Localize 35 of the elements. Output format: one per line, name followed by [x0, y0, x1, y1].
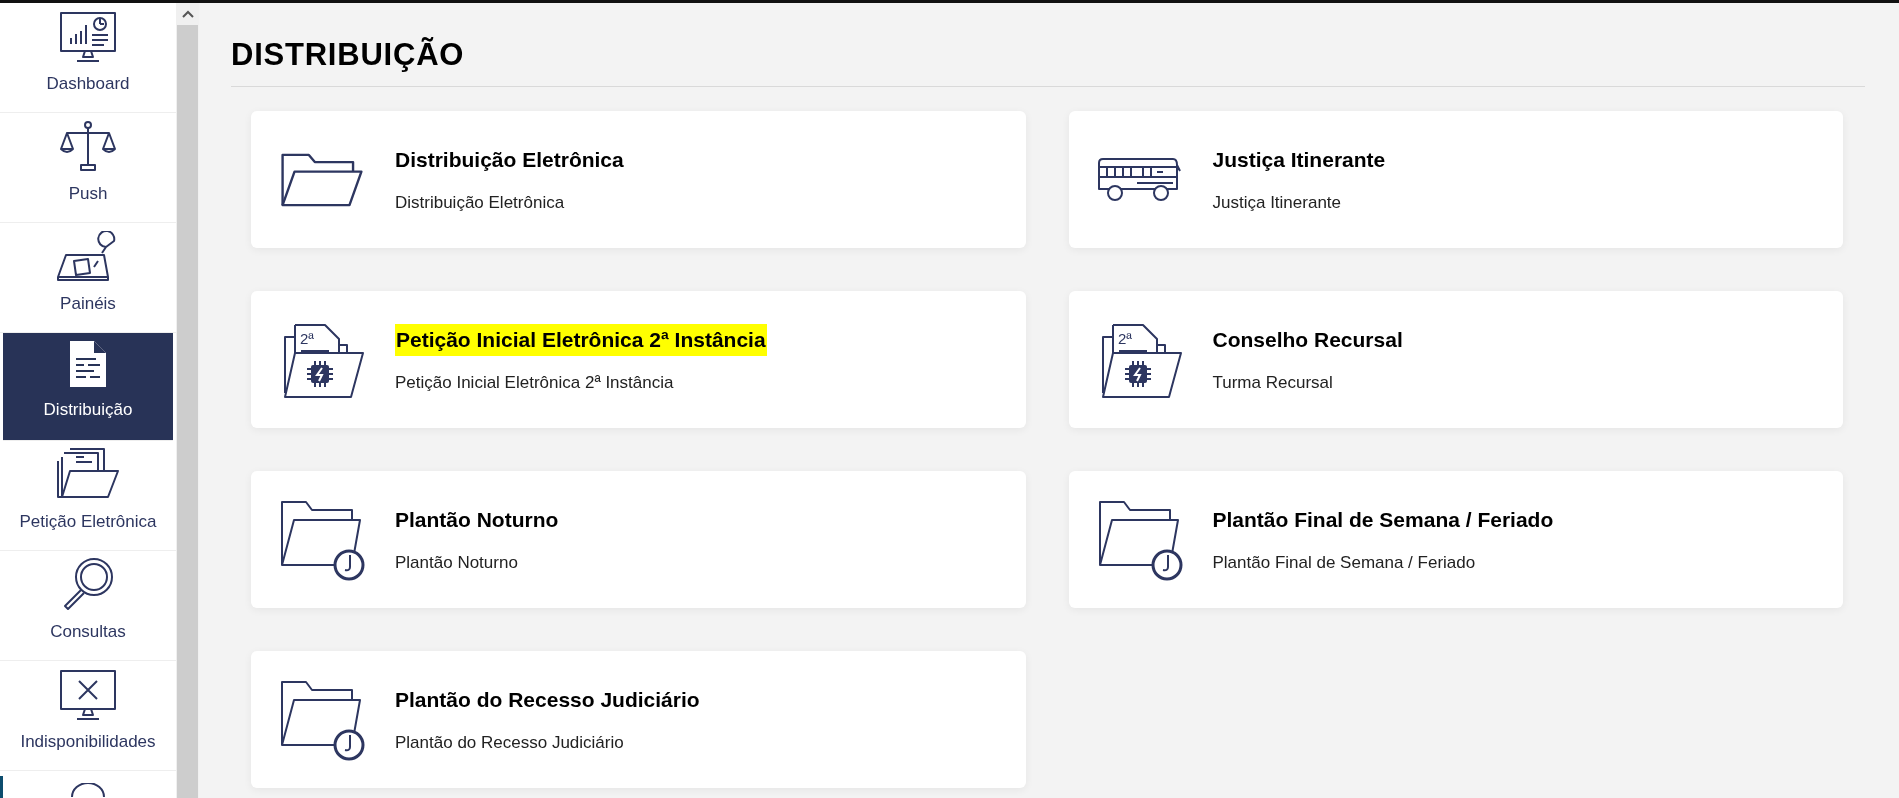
- menu-card[interactable]: Justiça Itinerante Justiça Itinerante: [1068, 111, 1843, 248]
- card-subtitle: Justiça Itinerante: [1212, 191, 1341, 214]
- menu-card[interactable]: Plantão Noturno Plantão Noturno: [251, 471, 1026, 608]
- card-title: Distribuição Eletrônica: [395, 147, 624, 173]
- bus-icon: [1096, 156, 1181, 203]
- menu-card[interactable]: 2ª Conselho Recursal Turma Recursal: [1068, 291, 1843, 428]
- card-title: Plantão Final de Semana / Feriado: [1212, 507, 1554, 533]
- folder-clock-icon: [279, 498, 365, 581]
- document-icon: [68, 338, 108, 389]
- monitor-x-icon: [59, 668, 117, 721]
- menu-card[interactable]: Plantão Final de Semana / Feriado Plantão Final de Semana / Feriado: [1068, 471, 1843, 608]
- card-subtitle: Plantão Final de Semana / Feriado: [1212, 551, 1476, 574]
- card-title: Justiça Itinerante: [1212, 147, 1386, 173]
- folder-clock-icon: [279, 678, 365, 761]
- card-subtitle: Plantão Noturno: [395, 551, 518, 574]
- sidebar-item[interactable]: Distribuição: [3, 333, 173, 441]
- folder-files-icon: [56, 446, 120, 501]
- dashboard-icon: [59, 10, 117, 63]
- scales-icon: [59, 120, 117, 173]
- card-subtitle: Turma Recursal: [1212, 371, 1333, 394]
- folder-clock-icon: [1096, 498, 1183, 581]
- card-title: Conselho Recursal: [1212, 327, 1403, 353]
- page-title: DISTRIBUIÇÃO: [231, 36, 466, 74]
- scrollbar-thumb[interactable]: [177, 25, 198, 798]
- menu-card[interactable]: Plantão do Recesso Judiciário Plantão do Recesso Judiciário: [251, 651, 1026, 788]
- card-subtitle: Petição Inicial Eletrônica 2ª Instância: [395, 371, 674, 394]
- card-subtitle: Distribuição Eletrônica: [395, 191, 565, 214]
- menu-card[interactable]: Distribuição Eletrônica Distribuição Eletrônica: [251, 111, 1026, 248]
- card-title: Plantão Noturno: [395, 507, 559, 533]
- menu-card[interactable]: 2ª Petição Inicial Eletrônica 2ª Instância Petição Inicial Eletrônica 2ª Instância: [251, 291, 1026, 428]
- card-title: Plantão do Recesso Judiciário: [395, 687, 700, 713]
- card-subtitle: Plantão do Recesso Judiciário: [395, 731, 624, 754]
- caret-icon: [181, 10, 194, 18]
- edge-marker: [0, 776, 3, 798]
- card-title: Petição Inicial Eletrônica 2ª Instância: [395, 324, 767, 356]
